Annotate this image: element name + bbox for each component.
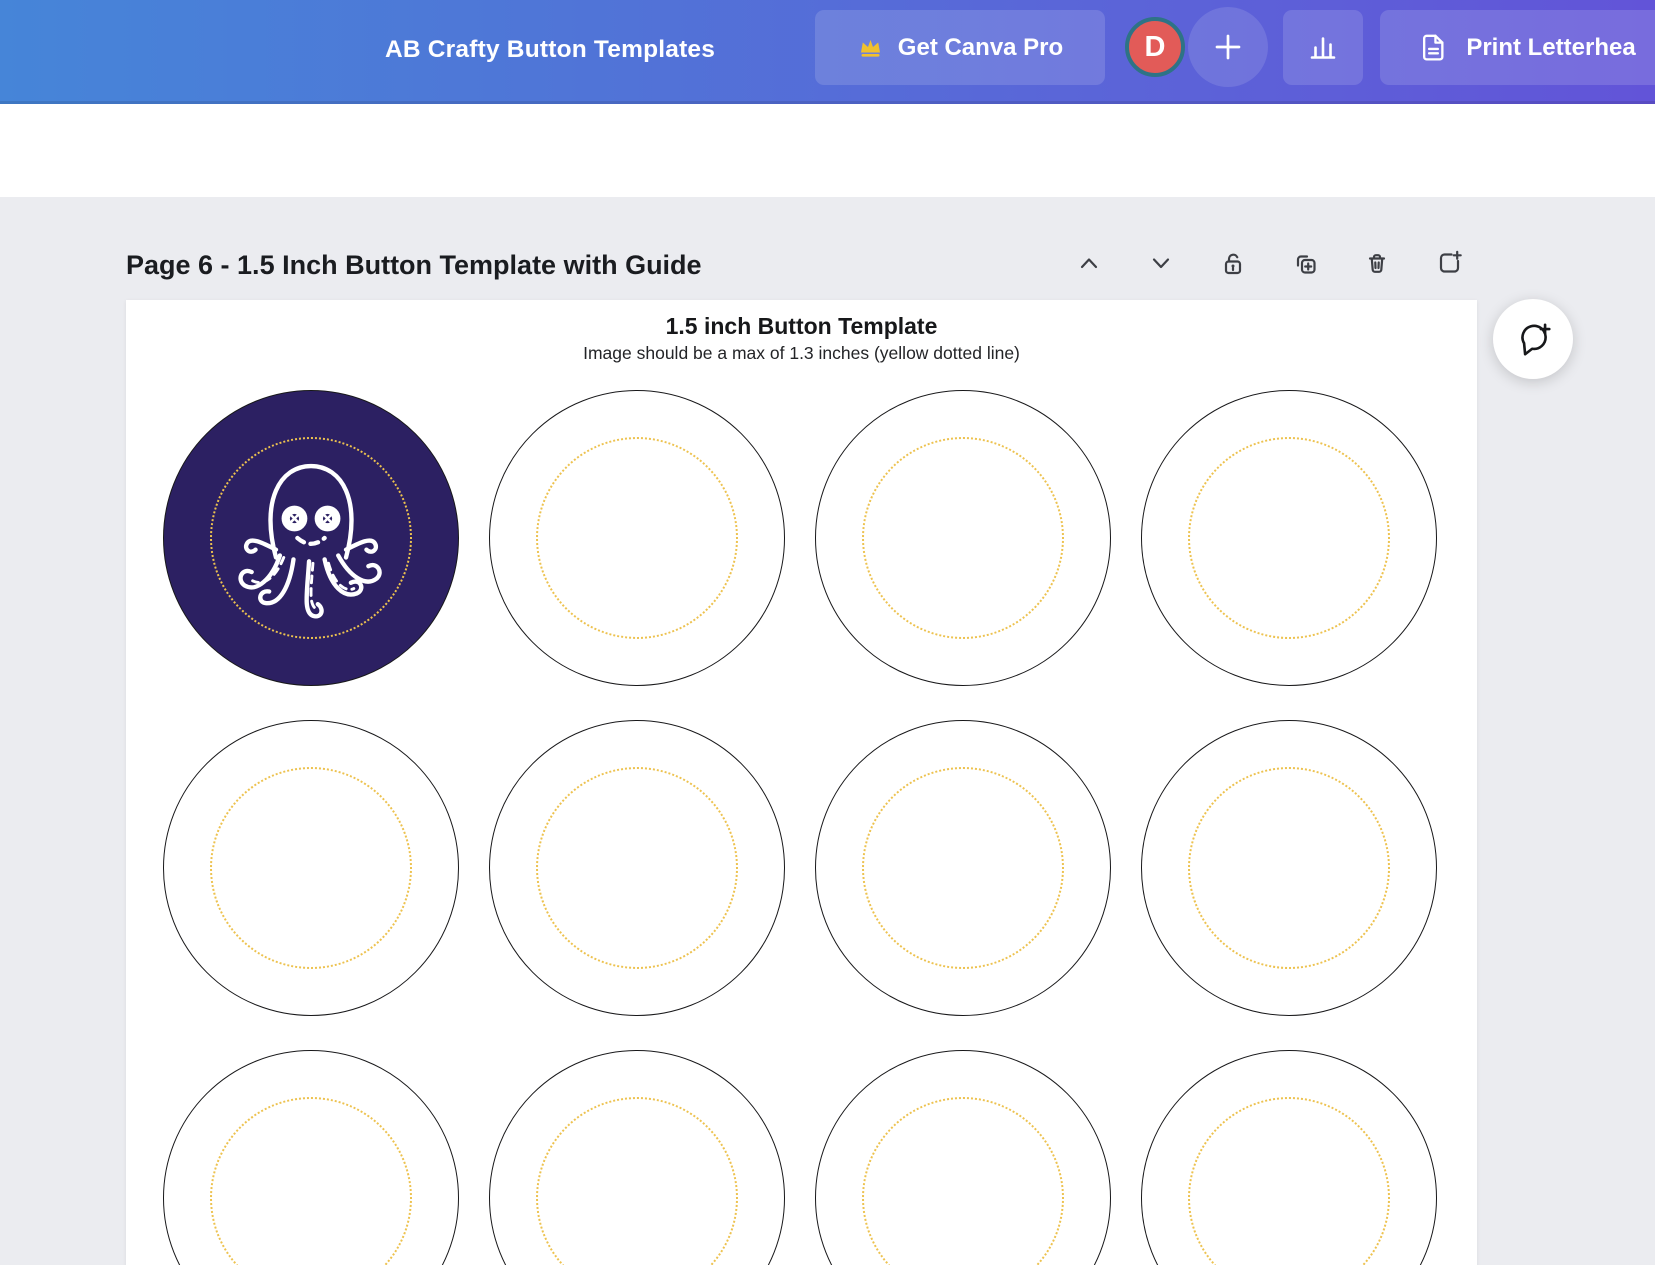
canva-editor-screen: AB Crafty Button Templates Get Canva Pro…: [0, 0, 1655, 1265]
add-page-button[interactable]: [1433, 247, 1465, 279]
max-image-guide-circle: [1188, 767, 1390, 969]
button-template-circle[interactable]: [815, 720, 1111, 1016]
button-template-circle[interactable]: [489, 1050, 785, 1265]
document-icon: [1423, 34, 1444, 61]
max-image-guide-circle: [862, 437, 1064, 639]
design-page: 1.5 inch Button Template Image should be…: [126, 300, 1477, 1265]
keyhole: [1231, 264, 1235, 268]
max-image-guide-circle: [862, 1097, 1064, 1265]
design-title[interactable]: AB Crafty Button Templates: [385, 0, 715, 100]
print-letterheads-button[interactable]: Print Letterhea: [1380, 10, 1655, 85]
button-template-circle[interactable]: [163, 390, 459, 686]
add-comment-icon: [1521, 323, 1551, 356]
avatar[interactable]: D: [1125, 17, 1185, 77]
get-canva-pro-label: Get Canva Pro: [897, 33, 1064, 61]
move-page-up-button[interactable]: [1073, 247, 1105, 279]
button-template-circle[interactable]: [1141, 1050, 1437, 1265]
add-design-button[interactable]: [1188, 7, 1268, 87]
max-image-guide-circle: [862, 767, 1064, 969]
add-comment-button[interactable]: [1493, 299, 1573, 379]
template-heading[interactable]: 1.5 inch Button Template: [126, 313, 1477, 340]
template-instructions[interactable]: Image should be a max of 1.3 inches (yel…: [126, 343, 1477, 364]
toolbar-strip: [0, 104, 1655, 197]
print-letterheads-label: Print Letterhea: [1466, 33, 1636, 61]
button-template-circle[interactable]: [815, 1050, 1111, 1265]
max-image-guide-circle: [536, 1097, 738, 1265]
button-template-circle[interactable]: [815, 390, 1111, 686]
max-image-guide-circle: [536, 437, 738, 639]
page-title[interactable]: Page 6 - 1.5 Inch Button Template with G…: [126, 249, 702, 282]
plus-icon: [1215, 34, 1241, 60]
button-template-circle[interactable]: [163, 1050, 459, 1265]
max-image-guide-circle: [210, 1097, 412, 1265]
insights-button[interactable]: [1283, 10, 1363, 85]
max-image-guide-circle: [536, 767, 738, 969]
button-template-circle[interactable]: [163, 720, 459, 1016]
move-page-down-button[interactable]: [1145, 247, 1177, 279]
button-template-circle[interactable]: [489, 720, 785, 1016]
unlock-page-button[interactable]: [1217, 247, 1249, 279]
max-image-guide-circle: [1188, 437, 1390, 639]
page-actions: [1073, 247, 1465, 279]
duplicate-page-button[interactable]: [1289, 247, 1321, 279]
button-template-circle[interactable]: [489, 390, 785, 686]
button-template-circle[interactable]: [1141, 720, 1437, 1016]
max-image-guide-circle: [1188, 1097, 1390, 1265]
max-image-guide-circle: [210, 437, 412, 639]
max-image-guide-circle: [210, 767, 412, 969]
delete-page-button[interactable]: [1361, 247, 1393, 279]
crown-icon: [860, 40, 880, 57]
button-template-circle[interactable]: [1141, 390, 1437, 686]
top-bar: AB Crafty Button Templates Get Canva Pro…: [0, 0, 1655, 104]
avatar-initial: D: [1144, 30, 1166, 63]
get-canva-pro-button[interactable]: Get Canva Pro: [815, 10, 1105, 85]
bar-chart-icon: [1310, 36, 1336, 59]
